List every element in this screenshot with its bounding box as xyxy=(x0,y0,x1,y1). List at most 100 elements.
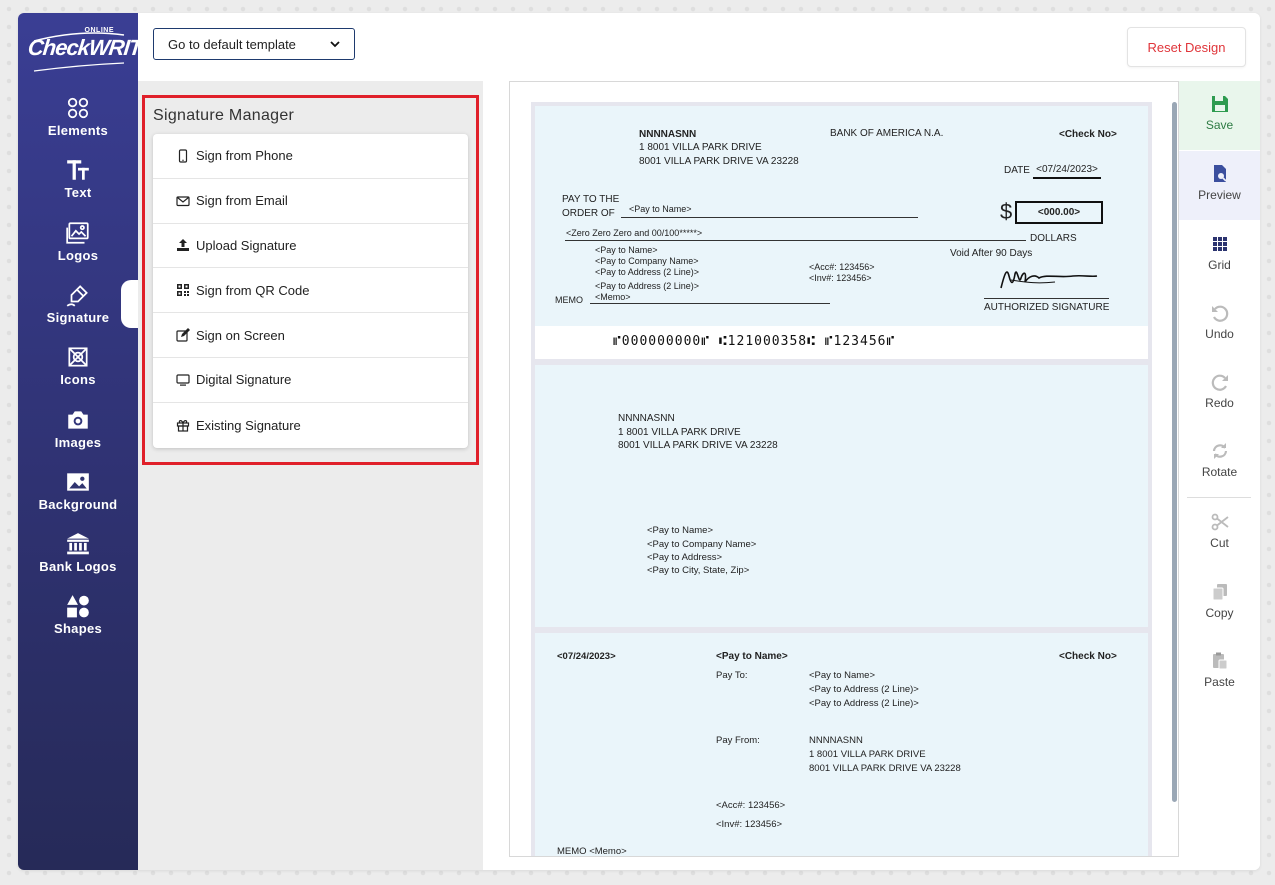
digital-signature-button[interactable]: Digital Signature xyxy=(153,358,468,403)
stub-section-2[interactable]: <07/24/2023> <Pay to Name> <Check No> Pa… xyxy=(535,633,1148,856)
grid-button[interactable]: Grid xyxy=(1179,221,1260,290)
stub2-pay-from-1[interactable]: NNNNASNN xyxy=(809,735,863,747)
signature-options-list: Sign from Phone Sign from Email Upload S… xyxy=(153,134,468,448)
sign-on-screen-button[interactable]: Sign on Screen xyxy=(153,313,468,358)
payee-address-2[interactable]: <Pay to Address (2 Line)> xyxy=(595,281,699,292)
pay-to-name-field[interactable]: <Pay to Name> xyxy=(629,204,692,215)
invoice-number[interactable]: <Inv#: 123456> xyxy=(809,273,872,284)
envelope-icon xyxy=(176,196,190,206)
preview-button[interactable]: Preview xyxy=(1179,151,1260,220)
stub1-payer-address-2[interactable]: 8001 VILLA PARK DRIVE VA 23228 xyxy=(618,440,778,453)
stub2-account-number[interactable]: <Acc#: 123456> xyxy=(716,800,785,812)
scissors-icon xyxy=(1211,513,1229,531)
amount-words-field[interactable]: <Zero Zero Zero and 00/100*****> xyxy=(566,228,702,239)
nav-item-background[interactable]: Background xyxy=(18,469,138,525)
stub1-payee-name[interactable]: <Pay to Name> xyxy=(647,525,713,537)
stub2-pay-to-2[interactable]: <Pay to Address (2 Line)> xyxy=(809,684,919,696)
stub1-payee-address[interactable]: <Pay to Address> xyxy=(647,552,722,564)
nav-item-icons[interactable]: Icons xyxy=(18,344,138,400)
stub2-pay-to-1[interactable]: <Pay to Name> xyxy=(809,670,875,682)
nav-item-text[interactable]: Text xyxy=(18,157,138,213)
undo-button[interactable]: Undo xyxy=(1179,290,1260,359)
template-select-value: Go to default template xyxy=(168,36,296,52)
payee-company[interactable]: <Pay to Company Name> xyxy=(595,256,699,267)
bank-icon xyxy=(67,533,89,555)
micr-line[interactable]: ⑈000000000⑈ ⑆121000358⑆ ⑈123456⑈ xyxy=(613,334,895,349)
nav-item-images[interactable]: Images xyxy=(18,407,138,463)
signature-image[interactable] xyxy=(995,264,1105,294)
copy-button[interactable]: Copy xyxy=(1179,569,1260,638)
preview-icon xyxy=(1213,165,1227,182)
stub2-pay-from-2[interactable]: 1 8001 VILLA PARK DRIVE xyxy=(809,749,926,761)
sig-item-label: Sign from QR Code xyxy=(196,282,310,298)
stub1-payer-name[interactable]: NNNNASNN xyxy=(618,413,675,426)
account-number[interactable]: <Acc#: 123456> xyxy=(809,262,875,273)
checkwriter-logo[interactable]: ONLINE CheckWRITER xyxy=(27,27,171,77)
sign-from-phone-button[interactable]: Sign from Phone xyxy=(153,134,468,179)
reset-design-button[interactable]: Reset Design xyxy=(1127,27,1246,67)
check-section[interactable]: NNNNASNN 1 8001 VILLA PARK DRIVE 8001 VI… xyxy=(535,106,1148,359)
tool-label: Paste xyxy=(1204,675,1235,689)
nav-label: Text xyxy=(64,185,92,200)
app-window: ONLINE CheckWRITER Elements Text Logos S… xyxy=(18,13,1260,870)
date-field[interactable]: <07/24/2023> xyxy=(1033,164,1101,179)
stub2-pay-from-label: Pay From: xyxy=(716,735,760,746)
monitor-icon xyxy=(176,374,190,386)
void-after-text[interactable]: Void After 90 Days xyxy=(950,248,1032,261)
check-design-canvas[interactable]: NNNNASNN 1 8001 VILLA PARK DRIVE 8001 VI… xyxy=(509,81,1179,857)
nav-item-signature[interactable]: Signature xyxy=(18,282,138,338)
payer-address-2[interactable]: 8001 VILLA PARK DRIVE VA 23228 xyxy=(639,156,799,169)
stub1-payee-company[interactable]: <Pay to Company Name> xyxy=(647,539,756,551)
top-bar: Go to default template Reset Design xyxy=(138,13,1260,81)
tool-label: Undo xyxy=(1205,327,1234,341)
authorized-signature-label: AUTHORIZED SIGNATURE xyxy=(984,302,1110,313)
payer-name[interactable]: NNNNASNN xyxy=(639,129,696,142)
amount-field[interactable]: <000.00> xyxy=(1015,201,1103,224)
paste-button[interactable]: Paste xyxy=(1179,638,1260,707)
signature-pen-icon xyxy=(66,285,88,307)
stub1-payer-address-1[interactable]: 1 8001 VILLA PARK DRIVE xyxy=(618,427,741,440)
sign-from-email-button[interactable]: Sign from Email xyxy=(153,179,468,224)
nav-label: Background xyxy=(38,497,118,512)
redo-icon xyxy=(1211,374,1228,391)
existing-signature-button[interactable]: Existing Signature xyxy=(153,403,468,448)
stub2-pay-to-name[interactable]: <Pay to Name> xyxy=(716,651,788,664)
logos-icon xyxy=(66,222,89,244)
nav-item-shapes[interactable]: Shapes xyxy=(18,593,138,649)
nav-item-logos[interactable]: Logos xyxy=(18,220,138,276)
memo-field[interactable]: <Memo> xyxy=(595,292,631,303)
payer-address-1[interactable]: 1 8001 VILLA PARK DRIVE xyxy=(639,142,762,155)
edit-icon xyxy=(176,328,190,342)
payee-name[interactable]: <Pay to Name> xyxy=(595,245,658,256)
bank-name[interactable]: BANK OF AMERICA N.A. xyxy=(830,128,943,141)
stub2-pay-to-3[interactable]: <Pay to Address (2 Line)> xyxy=(809,698,919,710)
payee-address-1[interactable]: <Pay to Address (2 Line)> xyxy=(595,267,699,278)
nav-label: Bank Logos xyxy=(39,559,117,574)
nav-label: Icons xyxy=(60,372,96,387)
canvas-scrollbar[interactable] xyxy=(1172,102,1177,802)
redo-button[interactable]: Redo xyxy=(1179,359,1260,428)
stub2-pay-from-3[interactable]: 8001 VILLA PARK DRIVE VA 23228 xyxy=(809,763,961,775)
upload-signature-button[interactable]: Upload Signature xyxy=(153,224,468,269)
check-number[interactable]: <Check No> xyxy=(1059,129,1117,142)
stub2-check-number[interactable]: <Check No> xyxy=(1059,651,1117,664)
rotate-button[interactable]: Rotate xyxy=(1179,428,1260,497)
sign-from-qr-code-button[interactable]: Sign from QR Code xyxy=(153,268,468,314)
nav-label: Signature xyxy=(46,310,110,325)
qr-code-icon xyxy=(177,284,189,297)
elements-icon xyxy=(67,97,89,119)
cut-button[interactable]: Cut xyxy=(1179,499,1260,568)
nav-item-elements[interactable]: Elements xyxy=(18,95,138,151)
stub2-date[interactable]: <07/24/2023> xyxy=(557,651,616,663)
stub-section-1[interactable]: NNNNASNN 1 8001 VILLA PARK DRIVE 8001 VI… xyxy=(535,365,1148,627)
stub2-memo[interactable]: MEMO <Memo> xyxy=(557,846,627,856)
pay-to-label-1: PAY TO THE xyxy=(562,194,620,205)
template-select[interactable]: Go to default template xyxy=(153,28,355,60)
nav-item-bank-logos[interactable]: Bank Logos xyxy=(18,531,138,587)
tool-label: Redo xyxy=(1205,396,1234,410)
phone-icon xyxy=(178,149,188,163)
stub2-invoice-number[interactable]: <Inv#: 123456> xyxy=(716,819,782,831)
nav-label: Logos xyxy=(57,248,99,263)
stub1-payee-city[interactable]: <Pay to City, State, Zip> xyxy=(647,565,749,577)
save-button[interactable]: Save xyxy=(1179,81,1260,150)
